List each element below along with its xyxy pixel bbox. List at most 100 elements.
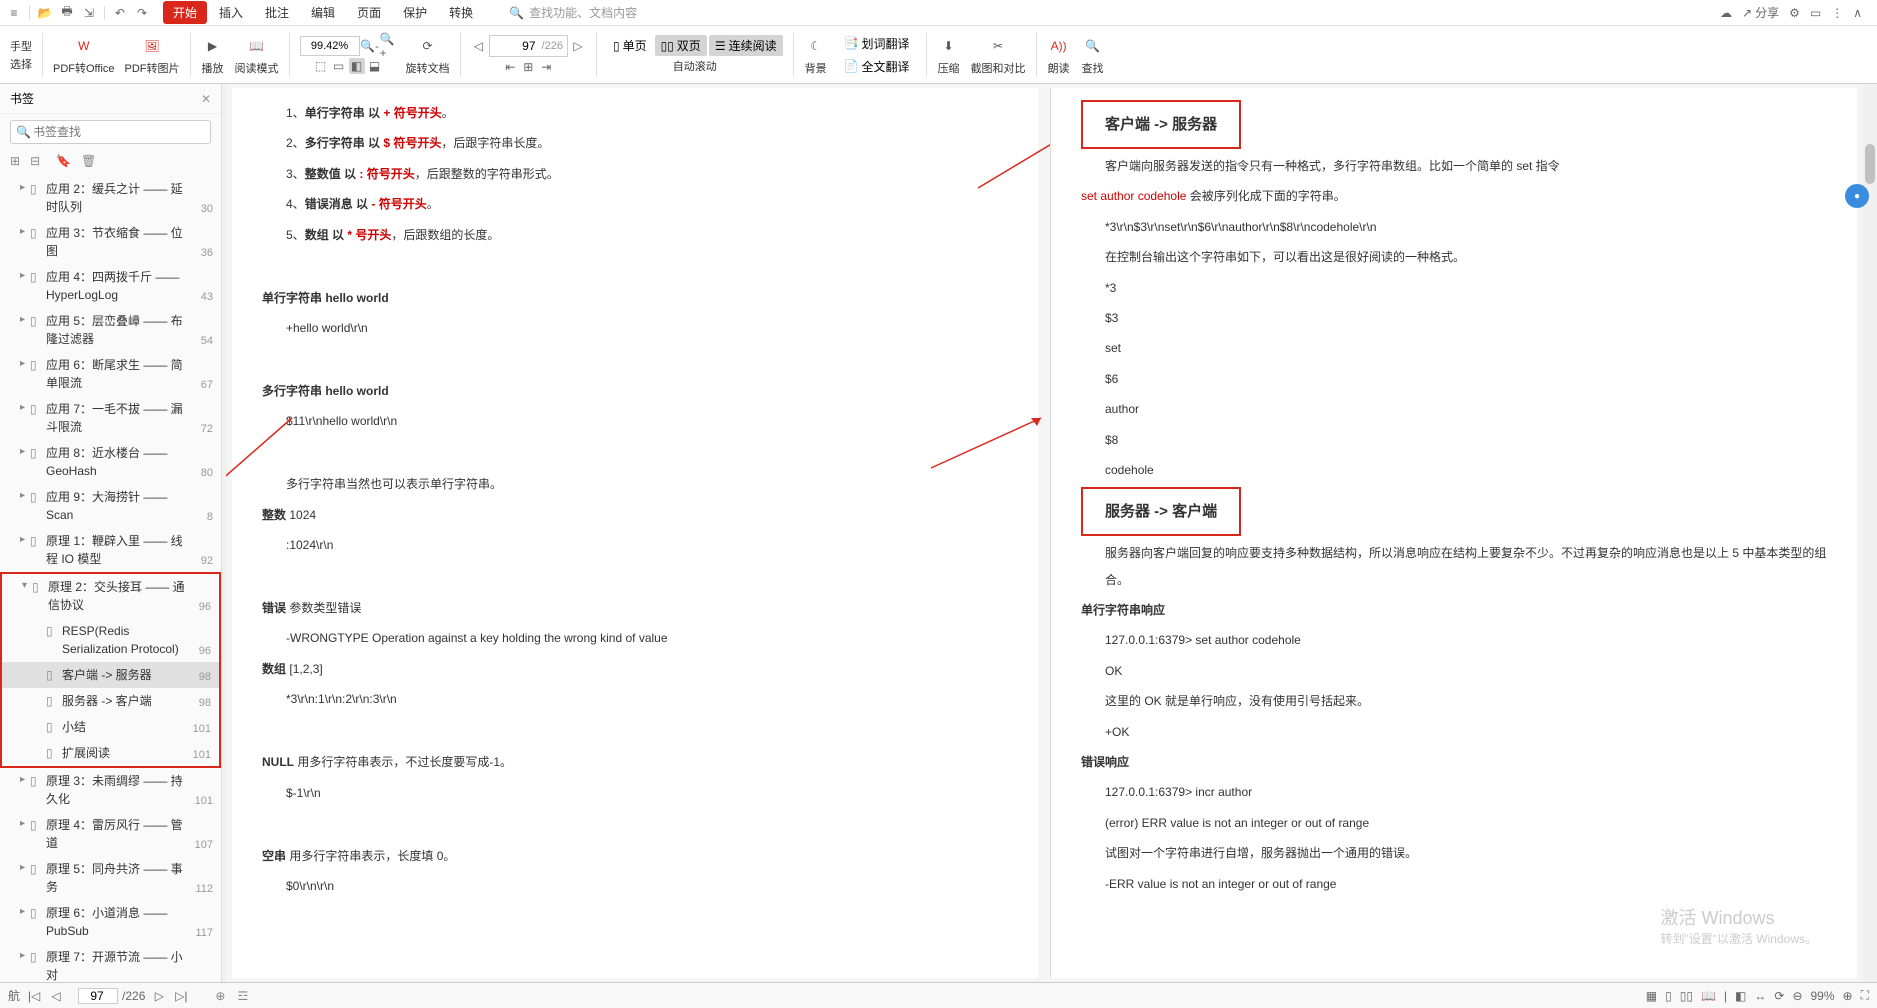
last-icon[interactable]: ▷|	[173, 988, 189, 1004]
crop-button[interactable]: ✂截图和对比	[967, 32, 1030, 78]
book-view-icon[interactable]: 📖	[1701, 989, 1716, 1003]
sidebar-item[interactable]: ▸▯应用 4：四两拨千斤 —— HyperLogLog43	[0, 264, 221, 308]
single-view-icon[interactable]: ▯	[1665, 989, 1672, 1003]
status-page-input[interactable]	[78, 988, 118, 1004]
last-page-icon[interactable]: ⇥	[538, 59, 554, 75]
pdf-to-office[interactable]: WPDF转Office	[49, 32, 119, 78]
redo-icon[interactable]: ↷	[133, 4, 151, 22]
zoom-out-status-icon[interactable]: ⊖	[1792, 989, 1802, 1003]
status-list-icon[interactable]: ☲	[237, 989, 248, 1003]
settings-icon[interactable]: ⚙	[1789, 6, 1800, 20]
tab-protect[interactable]: 保护	[393, 1, 437, 24]
collapse-all-icon[interactable]: ⊟	[30, 154, 40, 168]
zoom-in-icon[interactable]: 🔍+	[380, 38, 396, 54]
play-button[interactable]: ▶播放	[197, 32, 229, 78]
delete-icon[interactable]: 🗑	[81, 154, 96, 168]
full-translate-button[interactable]: 📄全文翻译	[838, 56, 916, 77]
sidebar-item[interactable]: ▯RESP(Redis Serialization Protocol)96	[0, 618, 221, 662]
scroll-thumb[interactable]	[1865, 144, 1875, 184]
autoscroll-button[interactable]: 自动滚动	[673, 58, 717, 74]
save-icon[interactable]: 🖶	[58, 4, 76, 22]
sidebar-item[interactable]: ▸▯原理 4：雷厉风行 —— 管道107	[0, 812, 221, 856]
sidebar-item[interactable]: ▸▯原理 3：未雨绸缪 —— 持久化101	[0, 768, 221, 812]
undo-icon[interactable]: ↶	[111, 4, 129, 22]
word-translate-button[interactable]: 📑划词翻译	[838, 33, 916, 54]
fit-actual-icon[interactable]: ◧	[349, 58, 365, 74]
read-aloud-button[interactable]: A))朗读	[1043, 32, 1075, 78]
double-view-icon[interactable]: ▯▯	[1680, 989, 1693, 1003]
vertical-scrollbar[interactable]	[1863, 84, 1877, 982]
first-icon[interactable]: |◁	[26, 988, 42, 1004]
first-page-icon[interactable]: ⇤	[502, 59, 518, 75]
continuous-button[interactable]: ☰连续阅读	[709, 35, 783, 56]
cloud-icon[interactable]: ☁	[1720, 6, 1732, 20]
sidebar-item[interactable]: ▸▯原理 1：鞭辟入里 —— 线程 IO 模型92	[0, 528, 221, 572]
expand-all-icon[interactable]: ⊞	[10, 154, 20, 168]
rotate-button[interactable]: ⟳旋转文档	[402, 32, 454, 78]
floating-badge[interactable]: ●	[1845, 184, 1869, 208]
more-icon[interactable]: ⋮	[1831, 6, 1843, 20]
sidebar-list[interactable]: ▸▯应用 2：缓兵之计 —— 延时队列30▸▯应用 3：节衣缩食 —— 位图36…	[0, 176, 221, 982]
pdf-to-image[interactable]: 🖼PDF转图片	[121, 32, 184, 78]
sidebar-search-input[interactable]	[10, 120, 211, 144]
crop-icon: ✂	[986, 34, 1010, 58]
menubar-search[interactable]: 🔍 查找功能、文档内容	[502, 1, 644, 24]
hand-tool[interactable]: 手型 选择	[6, 36, 36, 74]
fit-icon[interactable]: ◧	[1735, 989, 1746, 1003]
tab-start[interactable]: 开始	[163, 1, 207, 24]
tab-insert[interactable]: 插入	[209, 1, 253, 24]
sidebar-item[interactable]: ▸▯应用 8：近水楼台 —— GeoHash80	[0, 440, 221, 484]
sidebar-item[interactable]: ▸▯应用 9：大海捞针 —— Scan8	[0, 484, 221, 528]
fit-height-icon[interactable]: ⬓	[367, 58, 383, 74]
sidebar-item[interactable]: ▯小结101	[0, 714, 221, 740]
sidebar-item[interactable]: ▸▯应用 5：层峦叠嶂 —— 布隆过滤器54	[0, 308, 221, 352]
sidebar-item[interactable]: ▸▯应用 7：一毛不拔 —— 漏斗限流72	[0, 396, 221, 440]
share-button[interactable]: ↗分享	[1742, 4, 1779, 21]
search-button[interactable]: 🔍查找	[1077, 32, 1109, 78]
tab-edit[interactable]: 编辑	[301, 1, 345, 24]
sidebar-item[interactable]: ▸▯原理 6：小道消息 —— PubSub117	[0, 900, 221, 944]
rotate-status-icon[interactable]: ⟳	[1774, 989, 1784, 1003]
sidebar-close-icon[interactable]: ✕	[201, 92, 211, 106]
stretch-icon[interactable]: ↔	[1754, 989, 1766, 1003]
sidebar-item[interactable]: ▸▯应用 3：节衣缩食 —— 位图36	[0, 220, 221, 264]
sidebar-item[interactable]: ▸▯应用 2：缓兵之计 —— 延时队列30	[0, 176, 221, 220]
sidebar-item[interactable]: ▸▯原理 7：开源节流 —— 小对	[0, 944, 221, 982]
tab-page[interactable]: 页面	[347, 1, 391, 24]
page-input[interactable]	[490, 39, 538, 53]
fit-width-icon[interactable]: ⬚	[313, 58, 329, 74]
read-mode[interactable]: 📖阅读模式	[231, 32, 283, 78]
prev-page-icon[interactable]: ◁	[471, 38, 487, 54]
fit-page-icon[interactable]: ▭	[331, 58, 347, 74]
menu-icon[interactable]: ▭	[1810, 6, 1821, 20]
zoom-out-icon[interactable]: 🔍-	[362, 38, 378, 54]
file-menu-icon[interactable]: ≡	[5, 4, 23, 22]
sidebar-item[interactable]: ▯客户端 -> 服务器98	[0, 662, 221, 688]
collapse-icon[interactable]: ∧	[1853, 6, 1862, 20]
sidebar-item[interactable]: ▸▯原理 5：同舟共济 —— 事务112	[0, 856, 221, 900]
grid-view-icon[interactable]: ▦	[1646, 989, 1657, 1003]
next-page-icon[interactable]: ▷	[570, 38, 586, 54]
document-viewport[interactable]: 1、单行字符串 以 + 符号开头。 2、多行字符串 以 $ 符号开头，后跟字符串…	[226, 84, 1877, 982]
double-page-button[interactable]: ▯▯双页	[655, 35, 707, 56]
tab-annotate[interactable]: 批注	[255, 1, 299, 24]
single-page-button[interactable]: ▯单页	[607, 35, 653, 56]
prev-icon[interactable]: ◁	[48, 988, 64, 1004]
sidebar-title: 书签	[10, 90, 34, 107]
zoom-input[interactable]	[300, 36, 360, 56]
sidebar-item[interactable]: ▯服务器 -> 客户端98	[0, 688, 221, 714]
status-circle-plus-icon[interactable]: ⊕	[215, 989, 225, 1003]
next-icon[interactable]: ▷	[151, 988, 167, 1004]
goto-page-icon[interactable]: ⊞	[520, 59, 536, 75]
background-button[interactable]: ☾背景	[800, 32, 832, 78]
sidebar-item[interactable]: ▾▯原理 2：交头接耳 —— 通信协议96	[0, 572, 221, 618]
sidebar-item[interactable]: ▯扩展阅读101	[0, 740, 221, 768]
export-icon[interactable]: ⇲	[80, 4, 98, 22]
bookmark-icon[interactable]: 🔖	[56, 154, 71, 168]
open-icon[interactable]: 📂	[36, 4, 54, 22]
compress-button[interactable]: ⬇压缩	[933, 32, 965, 78]
fullscreen-icon[interactable]: ⛶	[1861, 988, 1869, 1003]
sidebar-item[interactable]: ▸▯应用 6：断尾求生 —— 简单限流67	[0, 352, 221, 396]
tab-convert[interactable]: 转换	[439, 1, 483, 24]
zoom-in-status-icon[interactable]: ⊕	[1843, 989, 1853, 1003]
